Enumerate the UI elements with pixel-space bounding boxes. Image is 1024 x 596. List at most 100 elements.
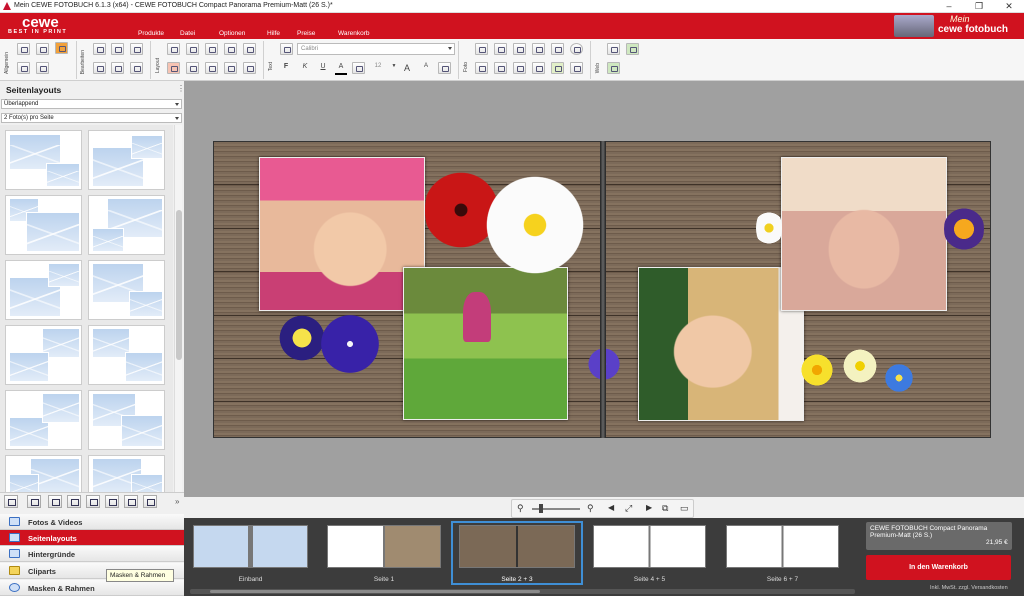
layout-thumbnail[interactable] xyxy=(88,195,165,255)
bold-button[interactable]: F xyxy=(280,63,292,75)
red-eye-icon[interactable] xyxy=(494,62,507,74)
accordion-seitenlayouts[interactable]: Seitenlayouts xyxy=(0,530,184,546)
photo-more-icon[interactable] xyxy=(570,62,583,74)
minimize-button[interactable]: – xyxy=(934,0,964,13)
photo-rotate-icon[interactable] xyxy=(551,43,564,55)
layout-4-icon[interactable] xyxy=(105,495,119,508)
layout-2-icon[interactable] xyxy=(67,495,81,508)
scrollbar-thumb[interactable] xyxy=(176,210,182,360)
grow-font-button[interactable]: A xyxy=(401,63,413,75)
purple-pansy-clipart[interactable] xyxy=(320,309,380,379)
photo-girl-profile[interactable] xyxy=(638,267,804,421)
layout-thumbnail[interactable] xyxy=(5,130,82,190)
layout-3-icon[interactable] xyxy=(86,495,100,508)
layout-thumbnail[interactable] xyxy=(5,455,82,492)
small-daisy-clipart[interactable] xyxy=(756,207,782,249)
text-align-icon[interactable] xyxy=(352,62,365,74)
layout-thumbnail[interactable] xyxy=(5,325,82,385)
color-picker-icon[interactable] xyxy=(167,62,180,74)
remove-layout-icon[interactable] xyxy=(243,62,256,74)
white-flower-clipart[interactable] xyxy=(842,347,878,385)
filmstrip-scrollbar[interactable] xyxy=(190,589,855,594)
next-page-icon[interactable]: ▶ xyxy=(646,503,652,512)
page-thumb-einband[interactable] xyxy=(193,525,308,568)
crop-icon[interactable] xyxy=(494,43,507,55)
layout-thumbnail[interactable] xyxy=(88,260,165,320)
layout-back-icon[interactable] xyxy=(205,43,218,55)
font-family-select[interactable]: Calibri xyxy=(297,43,455,55)
photo-frame-icon[interactable] xyxy=(551,62,564,74)
menu-hilfe[interactable]: Hilfe xyxy=(267,30,280,37)
assistant-icon[interactable] xyxy=(55,42,68,54)
grid-icon[interactable] xyxy=(167,43,180,55)
photo-girl-face-paint[interactable] xyxy=(781,157,947,311)
paste-icon[interactable] xyxy=(130,62,143,74)
keyboard-icon[interactable]: ▭ xyxy=(680,503,689,514)
layout-thumbnail[interactable] xyxy=(5,260,82,320)
auto-correct-icon[interactable] xyxy=(513,62,526,74)
page-options-icon[interactable]: ⧉ xyxy=(662,503,668,514)
layout-thumbnail[interactable] xyxy=(88,455,165,492)
layout-thumbnail[interactable] xyxy=(88,325,165,385)
maximize-button[interactable]: ❐ xyxy=(964,0,994,13)
layout-scrollbar[interactable] xyxy=(174,125,182,492)
add-to-cart-button[interactable]: In den Warenkorb xyxy=(866,555,1011,580)
bring-forward-icon[interactable] xyxy=(224,43,237,55)
font-size-dropdown[interactable]: ▼ xyxy=(388,63,400,75)
blue-flower-clipart[interactable] xyxy=(884,362,914,394)
accordion-hintergruende[interactable]: Hintergründe xyxy=(0,546,184,562)
layout-thumbnail[interactable] xyxy=(88,390,165,450)
shrink-font-button[interactable]: A xyxy=(420,63,432,75)
zoom-slider-knob[interactable] xyxy=(539,504,543,513)
rotate-icon[interactable] xyxy=(186,62,199,74)
font-size-field[interactable]: 12 xyxy=(370,63,386,75)
menu-optionen[interactable]: Optionen xyxy=(219,30,252,43)
layout-1-icon[interactable] xyxy=(48,495,62,508)
delete-icon[interactable] xyxy=(130,43,143,55)
photo-icon[interactable] xyxy=(475,43,488,55)
daisy-clipart[interactable] xyxy=(478,173,592,277)
scrollbar-thumb[interactable] xyxy=(210,590,540,593)
page-thumb-seite-4-5[interactable] xyxy=(593,525,706,568)
gear-icon[interactable] xyxy=(36,62,49,74)
layout-front-icon[interactable] xyxy=(186,43,199,55)
share-icon[interactable] xyxy=(607,43,620,55)
photo-mirror-icon[interactable] xyxy=(532,62,545,74)
save-icon[interactable] xyxy=(17,43,30,55)
photos-per-page-select[interactable]: 2 Foto(s) pro Seite xyxy=(1,113,182,123)
orange-pansy-clipart[interactable] xyxy=(944,203,984,255)
page-thumb-seite-2-3[interactable] xyxy=(459,525,575,568)
web-upload-icon[interactable] xyxy=(607,62,620,74)
underline-button[interactable]: U xyxy=(317,63,329,75)
menu-produkte[interactable]: Produkte xyxy=(138,30,164,37)
menu-warenkorb[interactable]: Warenkorb xyxy=(338,30,370,37)
fit-screen-icon[interactable]: ⤢ xyxy=(625,503,632,514)
send-backward-icon[interactable] xyxy=(243,43,256,55)
yellow-flower-clipart[interactable] xyxy=(800,352,834,388)
close-button[interactable]: ✕ xyxy=(994,0,1024,13)
layout-6-icon[interactable] xyxy=(143,495,157,508)
previous-page-icon[interactable]: ◀ xyxy=(608,503,614,512)
new-project-icon[interactable] xyxy=(36,43,49,55)
layout-5-icon[interactable] xyxy=(124,495,138,508)
accordion-fotos-videos[interactable]: Fotos & Videos xyxy=(0,514,184,530)
layout-mode-select[interactable]: Überlappend xyxy=(1,99,182,109)
filter-icon[interactable] xyxy=(4,495,18,508)
layout-thumbnail[interactable] xyxy=(5,390,82,450)
text-box-icon[interactable] xyxy=(280,43,293,55)
layout-thumbnail[interactable] xyxy=(88,130,165,190)
yellow-pansy-clipart[interactable] xyxy=(278,310,326,366)
menu-preise[interactable]: Preise xyxy=(297,30,322,43)
photo-girl-pink-cap[interactable] xyxy=(259,157,425,311)
cut-icon[interactable] xyxy=(93,62,106,74)
search-icon[interactable] xyxy=(27,495,41,508)
text-effects-icon[interactable] xyxy=(438,62,451,74)
cart-icon[interactable] xyxy=(17,62,30,74)
photo-shadow-icon[interactable] xyxy=(570,43,583,55)
menu-datei[interactable]: Datei xyxy=(180,30,202,43)
flip-icon[interactable] xyxy=(205,62,218,74)
italic-button[interactable]: K xyxy=(299,63,311,75)
globe-icon[interactable] xyxy=(626,43,639,55)
photo-fit-icon[interactable] xyxy=(513,43,526,55)
accordion-masken-rahmen[interactable]: Masken & Rahmen xyxy=(0,580,184,596)
